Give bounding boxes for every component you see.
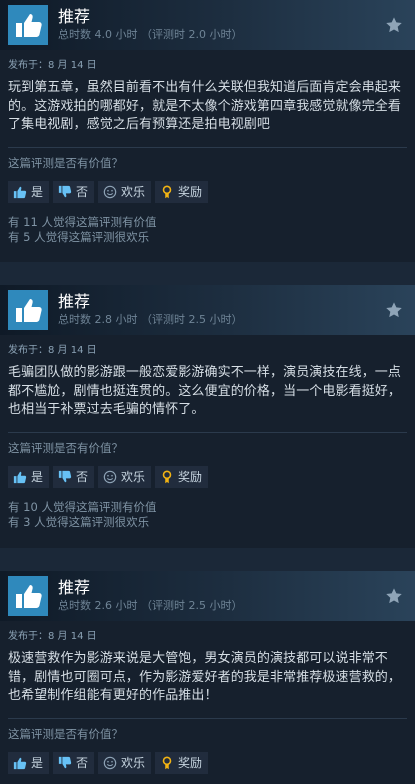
- review-title[interactable]: 推荐: [58, 8, 242, 26]
- star-icon[interactable]: [385, 587, 403, 605]
- vote-yes-button[interactable]: 是: [8, 465, 50, 488]
- helpful-question: 这篇评测是否有价值？: [8, 726, 123, 741]
- review-body: 玩到第五章，虽然目前看不出有什么关联但我知道后面肯定会串起来的。这游戏拍的哪都好…: [8, 80, 402, 132]
- vote-buttons: 是 否 欢乐 奖励: [8, 465, 407, 488]
- review-title[interactable]: 推荐: [58, 579, 242, 597]
- smiley-icon: [103, 185, 117, 198]
- review-stats: 有 10 人觉得这篇评测有价值 有 3 人觉得这篇评测很欢乐: [8, 500, 407, 540]
- review-separator: [0, 262, 415, 285]
- helpful-count: 有 11 人觉得这篇评测有价值: [8, 214, 157, 229]
- award-button[interactable]: 奖励: [155, 465, 209, 488]
- divider: [8, 146, 407, 148]
- vote-funny-button[interactable]: 欢乐: [98, 180, 152, 203]
- helpful-count: 有 10 人觉得这篇评测有价值: [8, 499, 157, 514]
- vote-yes-button[interactable]: 是: [8, 180, 50, 203]
- vote-funny-label: 欢乐: [121, 185, 146, 199]
- vote-no-button[interactable]: 否: [53, 465, 95, 488]
- star-icon[interactable]: [385, 301, 403, 319]
- divider: [8, 717, 407, 719]
- playtime: 总时数 4.0 小时 （评测时 2.0 小时）: [58, 28, 243, 41]
- playtime: 总时数 2.6 小时 （评测时 2.5 小时）: [58, 599, 243, 612]
- vote-funny-button[interactable]: 欢乐: [98, 465, 152, 488]
- funny-count: 有 5 人觉得这篇评测很欢乐: [8, 229, 150, 244]
- thumbs-down-icon: [58, 470, 72, 482]
- award-icon: [162, 756, 172, 769]
- review-header: 推荐 总时数 2.6 小时 （评测时 2.5 小时）: [0, 571, 415, 621]
- thumbs-up-icon: [13, 471, 27, 483]
- vote-funny-label: 欢乐: [121, 470, 146, 484]
- review-header: 推荐 总时数 2.8 小时 （评测时 2.5 小时）: [0, 285, 415, 335]
- recommended-thumb[interactable]: [8, 576, 48, 616]
- thumbs-up-icon: [16, 299, 42, 322]
- review-body: 毛骗团队做的影游跟一般恋爱影游确实不一样，演员演技在线，一点都不尴尬，剧情也挺连…: [8, 365, 402, 417]
- review-card: 推荐 总时数 2.8 小时 （评测时 2.5 小时） 发布于：8 月 14 日 …: [0, 285, 415, 548]
- award-label: 奖励: [178, 470, 203, 484]
- award-label: 奖励: [178, 185, 203, 199]
- thumbs-up-icon: [16, 585, 42, 608]
- recommended-thumb[interactable]: [8, 290, 48, 330]
- funny-count: 有 3 人觉得这篇评测很欢乐: [8, 514, 150, 529]
- award-icon: [162, 470, 172, 483]
- helpful-question: 这篇评测是否有价值？: [8, 440, 123, 455]
- review-stats: 有 11 人觉得这篇评测有价值 有 5 人觉得这篇评测很欢乐: [8, 215, 407, 255]
- vote-no-button[interactable]: 否: [53, 180, 95, 203]
- thumbs-down-icon: [58, 185, 72, 197]
- review-header: 推荐 总时数 4.0 小时 （评测时 2.0 小时）: [0, 0, 415, 50]
- vote-funny-label: 欢乐: [121, 756, 146, 770]
- helpful-question: 这篇评测是否有价值？: [8, 155, 123, 170]
- smiley-icon: [103, 470, 117, 483]
- vote-buttons: 是 否 欢乐 奖励: [8, 180, 407, 203]
- thumbs-up-icon: [13, 757, 27, 769]
- vote-yes-label: 是: [31, 185, 44, 199]
- review-body: 极速营救作为影游来说是大管饱，男女演员的演技都可以说非常不错，剧情也可圈可点，作…: [8, 651, 402, 703]
- vote-buttons: 是 否 欢乐 奖励: [8, 751, 407, 774]
- vote-no-label: 否: [76, 185, 89, 199]
- posted-date: 发布于：8 月 14 日: [8, 60, 97, 71]
- vote-no-label: 否: [76, 470, 89, 484]
- playtime: 总时数 2.8 小时 （评测时 2.5 小时）: [58, 313, 243, 326]
- vote-yes-label: 是: [31, 756, 44, 770]
- award-label: 奖励: [178, 756, 203, 770]
- review-title[interactable]: 推荐: [58, 293, 242, 311]
- divider: [8, 431, 407, 433]
- award-button[interactable]: 奖励: [155, 751, 209, 774]
- award-button[interactable]: 奖励: [155, 180, 209, 203]
- star-icon[interactable]: [385, 16, 403, 34]
- vote-no-button[interactable]: 否: [53, 751, 95, 774]
- posted-date: 发布于：8 月 14 日: [8, 631, 97, 642]
- review-card: 推荐 总时数 2.6 小时 （评测时 2.5 小时） 发布于：8 月 14 日 …: [0, 571, 415, 784]
- award-icon: [162, 185, 172, 198]
- thumbs-down-icon: [58, 756, 72, 768]
- vote-yes-label: 是: [31, 470, 44, 484]
- smiley-icon: [103, 756, 117, 769]
- vote-funny-button[interactable]: 欢乐: [98, 751, 152, 774]
- thumbs-up-icon: [16, 14, 42, 37]
- vote-no-label: 否: [76, 756, 89, 770]
- review-card: 推荐 总时数 4.0 小时 （评测时 2.0 小时） 发布于：8 月 14 日 …: [0, 0, 415, 262]
- recommended-thumb[interactable]: [8, 5, 48, 45]
- vote-yes-button[interactable]: 是: [8, 751, 50, 774]
- thumbs-up-icon: [13, 186, 27, 198]
- review-separator: [0, 548, 415, 571]
- posted-date: 发布于：8 月 14 日: [8, 345, 97, 356]
